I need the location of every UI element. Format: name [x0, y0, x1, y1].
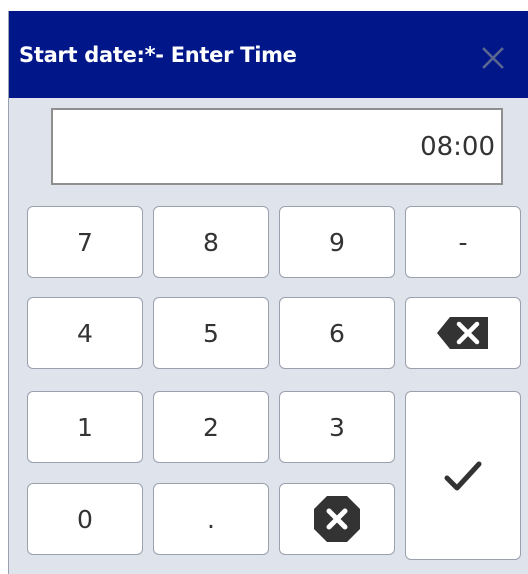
dialog-titlebar: Start date:*- Enter Time: [9, 11, 528, 98]
clear-icon: [314, 496, 360, 542]
close-button[interactable]: [479, 44, 507, 72]
checkmark-icon: [444, 461, 482, 490]
key-9[interactable]: 9: [279, 206, 395, 278]
key-5[interactable]: 5: [153, 297, 269, 369]
key-7[interactable]: 7: [27, 206, 143, 278]
dialog-title: Start date:*- Enter Time: [19, 43, 297, 67]
key-2[interactable]: 2: [153, 391, 269, 463]
key-8[interactable]: 8: [153, 206, 269, 278]
key-6[interactable]: 6: [279, 297, 395, 369]
key-minus[interactable]: -: [405, 206, 521, 278]
close-icon: [482, 47, 504, 69]
time-display-value: 08:00: [420, 132, 495, 162]
backspace-button[interactable]: [405, 297, 521, 369]
key-1[interactable]: 1: [27, 391, 143, 463]
backspace-icon: [437, 317, 488, 349]
clear-button[interactable]: [279, 483, 395, 555]
time-entry-dialog: Start date:*- Enter Time 08:00 7 8 9 - 4…: [8, 11, 528, 574]
time-display-field[interactable]: 08:00: [51, 108, 503, 185]
key-4[interactable]: 4: [27, 297, 143, 369]
key-0[interactable]: 0: [27, 483, 143, 555]
key-3[interactable]: 3: [279, 391, 395, 463]
key-decimal[interactable]: .: [153, 483, 269, 555]
enter-button[interactable]: [405, 391, 521, 560]
